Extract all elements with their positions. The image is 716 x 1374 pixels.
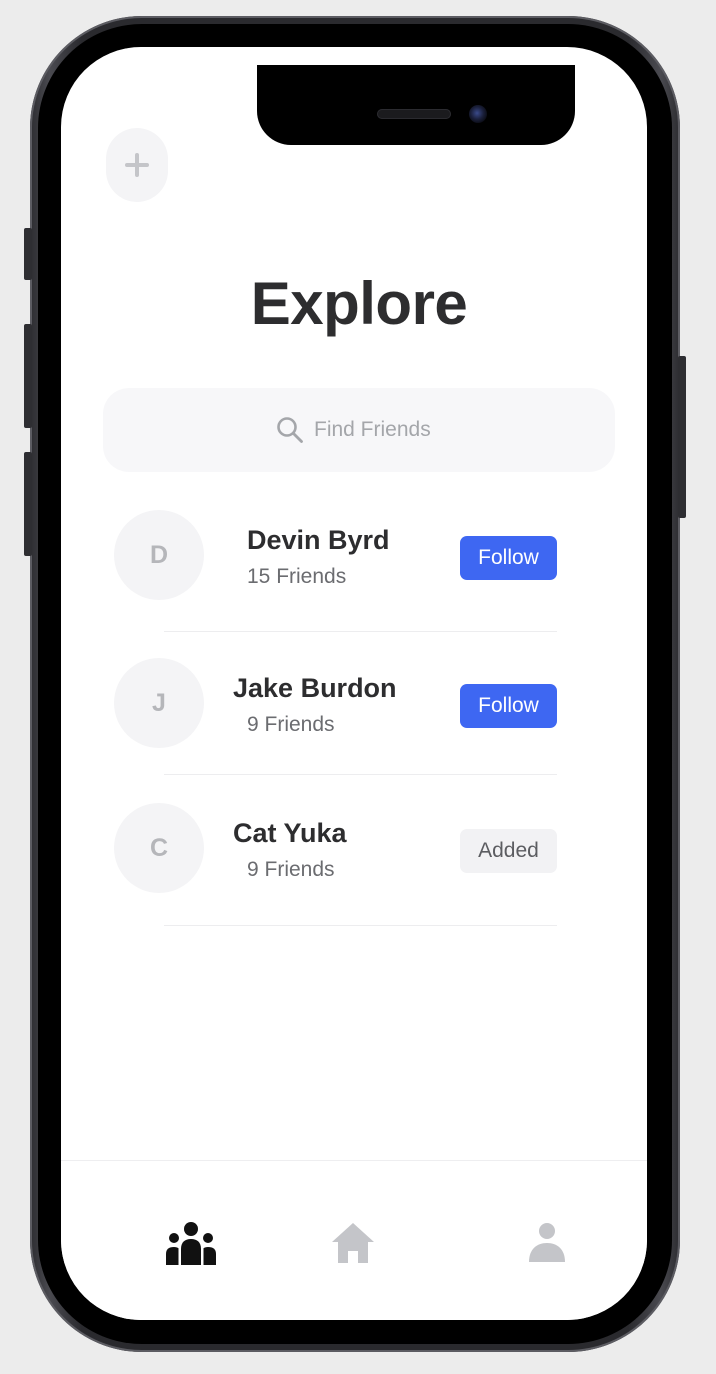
row-divider [164, 631, 557, 632]
friend-count: 15 Friends [247, 565, 347, 588]
volume-up-button [24, 324, 32, 428]
row-divider [164, 774, 557, 775]
friend-name: Cat Yuka [233, 818, 347, 848]
follow-button[interactable]: Follow [460, 536, 557, 580]
avatar: J [114, 658, 204, 748]
add-button[interactable] [106, 128, 168, 202]
silent-switch [24, 228, 32, 280]
friend-name: Jake Burdon [233, 673, 397, 703]
friend-name: Devin Byrd [247, 525, 390, 555]
plus-icon [125, 153, 149, 177]
search-input[interactable] [314, 418, 442, 442]
notch [257, 65, 575, 145]
friend-count: 9 Friends [247, 713, 335, 736]
added-button[interactable]: Added [460, 829, 557, 873]
search-bar[interactable] [103, 388, 615, 472]
app-screen: Explore D Devin Byrd 15 Friends Follow J… [61, 47, 647, 1320]
power-button [678, 356, 686, 518]
friend-count: 9 Friends [247, 858, 335, 881]
follow-button[interactable]: Follow [460, 684, 557, 728]
avatar: C [114, 803, 204, 893]
tab-home[interactable] [325, 1219, 381, 1267]
tab-profile[interactable] [519, 1219, 575, 1267]
page-title: Explore [250, 270, 468, 337]
home-icon [332, 1223, 374, 1263]
speaker-grille [377, 109, 451, 119]
tab-friends[interactable] [163, 1219, 219, 1267]
avatar: D [114, 510, 204, 600]
profile-icon [529, 1223, 565, 1262]
friend-row-devin-byrd: D Devin Byrd 15 Friends Follow [61, 510, 647, 610]
tab-bar [61, 1160, 647, 1320]
front-camera [469, 105, 487, 123]
row-divider [164, 925, 557, 926]
search-icon [276, 416, 304, 444]
volume-down-button [24, 452, 32, 556]
friend-row-cat-yuka: C Cat Yuka 9 Friends Added [61, 803, 647, 903]
friend-row-jake-burdon: J Jake Burdon 9 Friends Follow [61, 658, 647, 758]
friends-icon [166, 1222, 216, 1265]
